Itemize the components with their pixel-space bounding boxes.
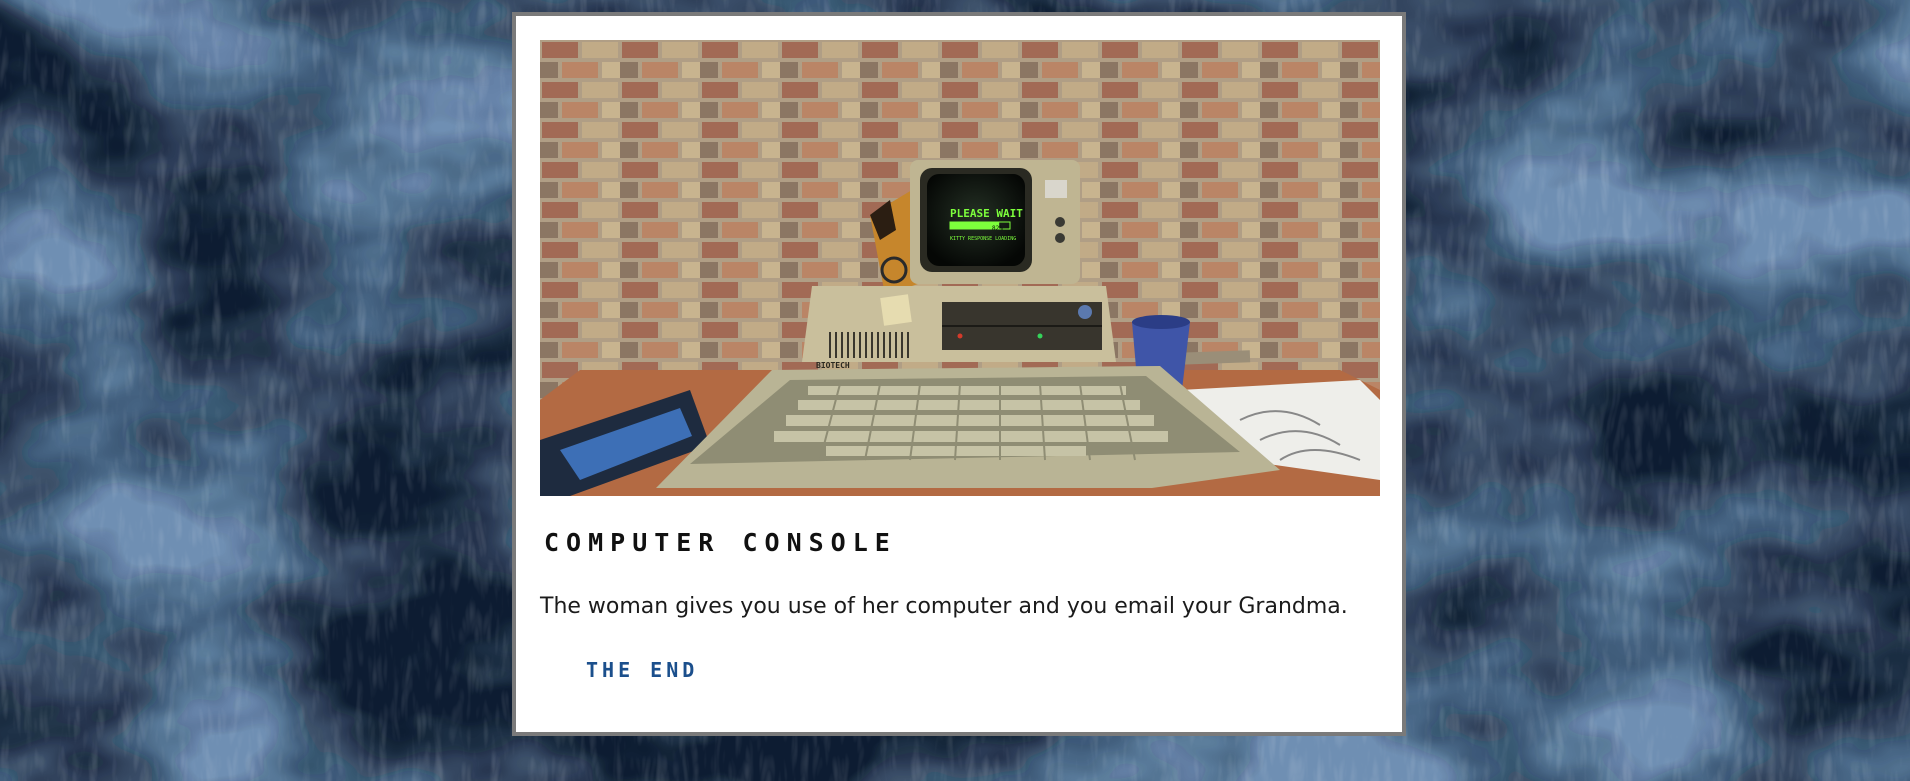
monitor-status-text: KITTY RESPONSE LOADING bbox=[950, 236, 1016, 242]
story-panel: PLEASE WAIT 82% KITTY RESPONSE LOADING B… bbox=[512, 12, 1406, 736]
page-title: Computer Console bbox=[544, 528, 897, 557]
story-text: The woman gives you use of her computer … bbox=[540, 594, 1348, 619]
monitor-percent-text: 82% bbox=[992, 225, 1003, 232]
monitor-please-wait-text: PLEASE WAIT bbox=[950, 207, 1023, 220]
brand-label: BIOTECH bbox=[816, 361, 850, 370]
the-end-link[interactable]: THE END bbox=[586, 658, 698, 682]
computer-scene-illustration: PLEASE WAIT 82% KITTY RESPONSE LOADING B… bbox=[540, 40, 1380, 496]
